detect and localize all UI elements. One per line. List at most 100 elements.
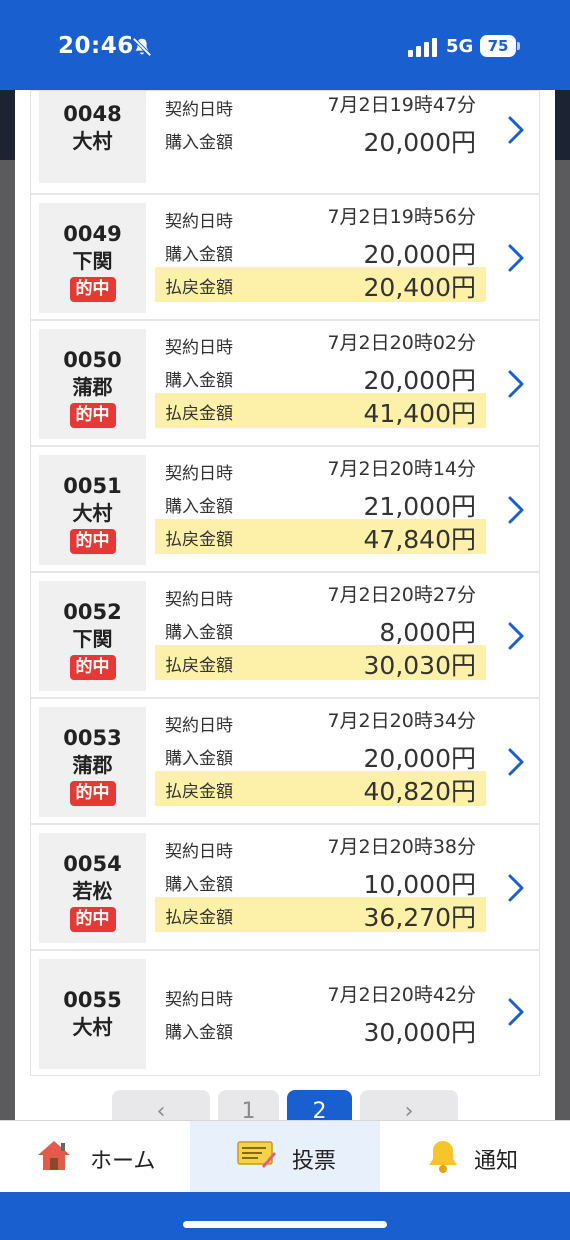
ticket-number: 0052 [63, 600, 122, 624]
race-id-box: 0050 蒲郡 的中 [39, 329, 146, 439]
purchase-label: 購入金額 [165, 245, 233, 265]
chevron-right-icon[interactable] [505, 747, 527, 777]
purchase-label: 購入金額 [165, 371, 233, 391]
home-indicator[interactable] [183, 1221, 387, 1228]
contract-line: 契約日時 7月2日20時38分 [155, 831, 486, 864]
race-id-box: 0053 蒲郡 的中 [39, 707, 146, 817]
contract-line: 契約日時 7月2日20時02分 [155, 327, 486, 360]
payout-amount: 40,820円 [363, 777, 476, 806]
race-id-box: 0054 若松 的中 [39, 833, 146, 943]
purchase-label: 購入金額 [165, 497, 233, 517]
purchase-amount: 20,000円 [363, 366, 476, 395]
contract-label: 契約日時 [165, 464, 233, 484]
purchase-line: 購入金額 10,000円 [155, 864, 486, 899]
tab-notify[interactable]: 通知 [380, 1121, 570, 1193]
battery-level: 75 [480, 35, 516, 57]
bottom-tab-bar: ホーム 投票 通知 [0, 1120, 570, 1193]
venue-name: 下関 [72, 627, 113, 651]
contract-datetime: 7月2日20時27分 [327, 584, 476, 606]
purchase-line: 購入金額 20,000円 [155, 122, 486, 157]
contract-datetime: 7月2日20時34分 [327, 710, 476, 732]
purchase-line: 購入金額 21,000円 [155, 486, 486, 521]
purchase-amount: 30,000円 [363, 1018, 476, 1047]
next-page-button[interactable]: › [360, 1090, 458, 1120]
list-item[interactable]: 0051 大村 的中 契約日時 7月2日20時14分 購入金額 21,000円 払戻金額 47,… [31, 447, 539, 573]
race-id-box: 0048 大村 [39, 91, 146, 183]
purchase-amount: 8,000円 [379, 618, 476, 647]
chevron-right-icon[interactable] [505, 369, 527, 399]
contract-datetime: 7月2日19時56分 [327, 206, 476, 228]
list-item[interactable]: 0050 蒲郡 的中 契約日時 7月2日20時02分 購入金額 20,000円 払戻金額 41,… [31, 321, 539, 447]
ticket-number: 0050 [63, 348, 122, 372]
chevron-right-icon[interactable] [505, 115, 527, 145]
hit-badge: 的中 [69, 529, 116, 554]
payout-label: 払戻金額 [165, 404, 233, 424]
purchase-label: 購入金額 [165, 1023, 233, 1043]
contract-label: 契約日時 [165, 338, 233, 358]
venue-name: 下関 [72, 249, 113, 273]
chevron-right-icon[interactable] [505, 495, 527, 525]
tab-vote-label: 投票 [292, 1149, 337, 1174]
chevron-right-icon[interactable] [505, 243, 527, 273]
contract-line: 契約日時 7月2日19時47分 [155, 90, 486, 122]
hit-badge: 的中 [69, 907, 116, 932]
purchase-label: 購入金額 [165, 749, 233, 769]
ticket-details: 契約日時 7月2日20時02分 購入金額 20,000円 払戻金額 41,400円 [155, 327, 486, 428]
hit-badge: 的中 [69, 781, 116, 806]
payout-label: 払戻金額 [165, 782, 233, 802]
race-id-box: 0049 下関 的中 [39, 203, 146, 313]
purchase-line: 購入金額 30,000円 [155, 1012, 486, 1047]
payout-line: 払戻金額 47,840円 [155, 519, 486, 554]
battery-icon: 75 [480, 35, 520, 57]
payout-amount: 47,840円 [363, 525, 476, 554]
race-id-box: 0055 大村 [39, 959, 146, 1069]
contract-line: 契約日時 7月2日20時34分 [155, 705, 486, 738]
prev-page-button[interactable]: ‹ [112, 1090, 210, 1120]
tab-home-label: ホーム [90, 1149, 156, 1174]
ticket-details: 契約日時 7月2日20時38分 購入金額 10,000円払戻金額 36,270円 [155, 831, 486, 932]
contract-datetime: 7月2日20時14分 [327, 458, 476, 480]
payout-label: 払戻金額 [165, 908, 233, 928]
battery-nub [517, 42, 520, 50]
list-item[interactable]: 0049 下関 的中 契約日時 7月2日19時56分 購入金額 20,000円 払戻金額 20,… [31, 195, 539, 321]
ticket-details: 契約日時 7月2日20時42分 購入金額 30,000円 [155, 979, 486, 1047]
payout-amount: 36,270円 [363, 903, 476, 932]
ticket-number: 0054 [63, 852, 122, 876]
contract-label: 契約日時 [165, 100, 233, 120]
purchase-amount: 21,000円 [363, 492, 476, 521]
purchase-line: 購入金額 20,000円 [155, 360, 486, 395]
page-1-button[interactable]: 1 [218, 1090, 279, 1120]
contract-datetime: 7月2日19時47分 [327, 94, 476, 116]
ticket-number: 0055 [63, 988, 122, 1012]
contract-line: 契約日時 7月2日20時14分 [155, 453, 486, 486]
ticket-details: 契約日時 7月2日19時47分購入金額 20,000円 [155, 90, 486, 157]
page-2-button[interactable]: 2 [287, 1090, 352, 1120]
status-bar: 20:46 5G 75 [0, 0, 570, 90]
list-item[interactable]: 0054 若松 的中 契約日時 7月2日20時38分 購入金額 10,000円払戻金額 36,… [31, 825, 539, 951]
purchase-amount: 20,000円 [363, 240, 476, 269]
contract-label: 契約日時 [165, 212, 233, 232]
payout-line: 払戻金額 36,270円 [155, 897, 486, 932]
purchase-label: 購入金額 [165, 133, 233, 153]
chevron-right-icon[interactable] [505, 621, 527, 651]
chevron-right-icon[interactable] [505, 873, 527, 903]
tab-vote[interactable]: 投票 [190, 1121, 380, 1193]
purchase-line: 購入金額 20,000円 [155, 738, 486, 773]
list-item[interactable]: 0053 蒲郡 的中 契約日時 7月2日20時34分購入金額 20,000円払戻金額 40,… [31, 699, 539, 825]
ticket-details: 契約日時 7月2日20時14分購入金額 21,000円 払戻金額 47,840円 [155, 453, 486, 554]
pagination: ‹ 1 2 › [15, 1090, 555, 1120]
purchase-history-sheet[interactable]: 0048 大村 契約日時 7月2日19時47分 購入金額 20,000円 0049 下関 的中契… [15, 90, 555, 1120]
chevron-right-icon[interactable] [505, 997, 527, 1027]
list-item[interactable]: 0052 下関 的中 契約日時 7月2日20時27分 購入金額 8,000円 払戻金額 30,0… [31, 573, 539, 699]
payout-amount: 20,400円 [363, 273, 476, 302]
tab-home[interactable]: ホーム [0, 1121, 190, 1193]
list-item[interactable]: 0048 大村 契約日時 7月2日19時47分購入金額 20,000円 [31, 91, 539, 195]
purchase-line: 購入金額 20,000円 [155, 234, 486, 269]
ticket-details: 契約日時 7月2日19時56分 購入金額 20,000円 払戻金額 20,400円 [155, 201, 486, 302]
contract-label: 契約日時 [165, 842, 233, 862]
contract-label: 契約日時 [165, 716, 233, 736]
tab-notify-label: 通知 [474, 1149, 519, 1174]
list-item[interactable]: 0055 大村 契約日時 7月2日20時42分 購入金額 30,000円 [31, 951, 539, 1075]
home-indicator-area [0, 1192, 570, 1240]
purchase-line: 購入金額 8,000円 [155, 612, 486, 647]
